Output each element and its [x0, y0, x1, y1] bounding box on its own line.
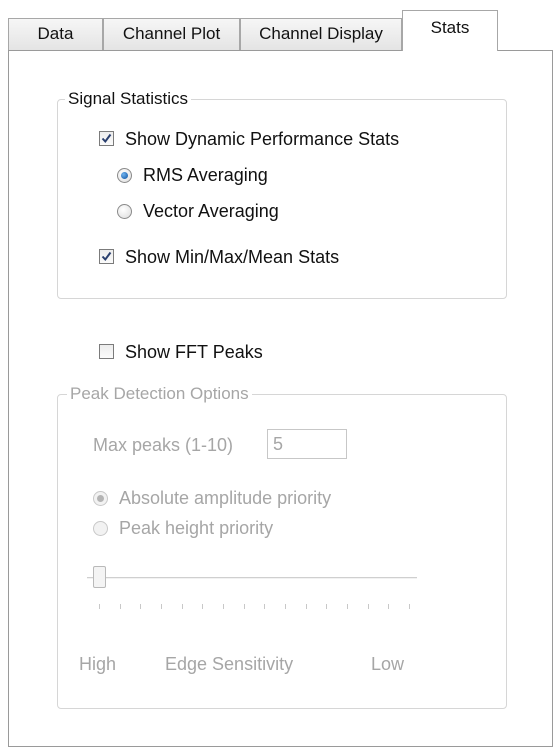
absolute-amplitude-label[interactable]: Absolute amplitude priority [119, 488, 331, 508]
slider-tick [264, 604, 266, 609]
absolute-amplitude-radio[interactable] [93, 491, 108, 506]
tab-data[interactable]: Data [8, 18, 103, 50]
peak-height-label[interactable]: Peak height priority [119, 518, 273, 538]
tab-stats[interactable]: Stats [402, 10, 498, 51]
tab-channel-plot[interactable]: Channel Plot [103, 18, 240, 50]
checkmark-icon [101, 133, 112, 144]
peak-detection-title: Peak Detection Options [67, 384, 252, 404]
slider-tick [285, 604, 286, 609]
slider-tick [181, 604, 183, 609]
slider-tick [223, 604, 224, 609]
slider-track [87, 577, 417, 579]
rms-averaging-label[interactable]: RMS Averaging [143, 165, 268, 185]
slider-tick [326, 604, 328, 609]
show-dynamic-label[interactable]: Show Dynamic Performance Stats [125, 129, 399, 149]
stats-panel: Signal Statistics Show Dynamic Performan… [8, 50, 553, 747]
slider-tick [243, 604, 245, 609]
low-label: Low [371, 654, 405, 674]
edge-sensitivity-label: Edge Sensitivity [165, 654, 294, 674]
slider-tick [161, 604, 162, 609]
vector-averaging-label[interactable]: Vector Averaging [143, 201, 279, 221]
slider-tick [367, 604, 369, 609]
slider-tick [305, 604, 307, 609]
slider-tick [119, 604, 121, 609]
show-minmax-checkbox[interactable] [99, 249, 114, 264]
slider-tick [202, 604, 204, 609]
high-label: High [79, 654, 117, 674]
tab-channel-display[interactable]: Channel Display [240, 18, 402, 50]
slider-tick [347, 604, 348, 609]
slider-tick [140, 604, 142, 609]
max-peaks-input[interactable]: 5 [267, 429, 347, 459]
radio-dot-icon [121, 172, 128, 179]
slider-thumb[interactable] [93, 566, 106, 588]
slider-tick [99, 604, 100, 609]
max-peaks-label: Max peaks (1-10) [93, 435, 234, 455]
rms-averaging-radio[interactable] [117, 168, 132, 183]
show-fft-peaks-checkbox[interactable] [99, 344, 114, 359]
slider-tick [409, 604, 410, 609]
radio-dot-icon [97, 495, 104, 502]
show-dynamic-checkbox[interactable] [99, 131, 114, 146]
show-fft-peaks-label[interactable]: Show FFT Peaks [125, 342, 263, 362]
show-minmax-label[interactable]: Show Min/Max/Mean Stats [125, 247, 339, 267]
signal-statistics-title: Signal Statistics [65, 89, 191, 109]
peak-height-radio[interactable] [93, 521, 108, 536]
vector-averaging-radio[interactable] [117, 204, 132, 219]
checkmark-icon [101, 251, 112, 262]
slider-tick [388, 604, 390, 609]
